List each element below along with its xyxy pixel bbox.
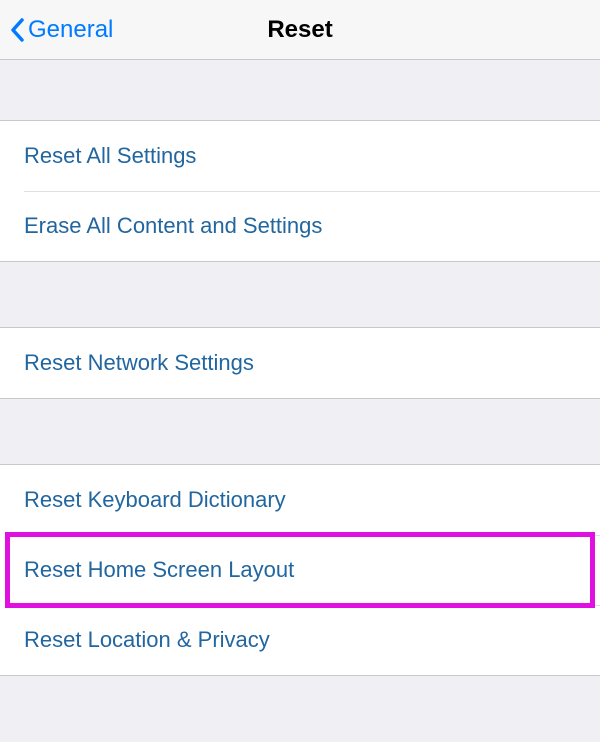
highlight-wrap: Reset Home Screen Layout xyxy=(0,535,600,605)
back-button[interactable]: General xyxy=(0,16,113,44)
row-label: Reset Location & Privacy xyxy=(24,627,270,652)
row-label: Reset All Settings xyxy=(24,143,196,168)
row-label: Reset Network Settings xyxy=(24,350,254,375)
row-reset-home-screen-layout[interactable]: Reset Home Screen Layout xyxy=(0,535,600,605)
row-erase-all-content[interactable]: Erase All Content and Settings xyxy=(0,191,600,261)
row-label: Reset Home Screen Layout xyxy=(24,557,294,582)
row-reset-all-settings[interactable]: Reset All Settings xyxy=(0,121,600,191)
row-reset-keyboard-dictionary[interactable]: Reset Keyboard Dictionary xyxy=(0,465,600,535)
row-reset-network[interactable]: Reset Network Settings xyxy=(0,328,600,398)
page-title: Reset xyxy=(267,16,332,44)
group-spacer xyxy=(0,262,600,327)
back-label: General xyxy=(28,16,113,44)
row-reset-location-privacy[interactable]: Reset Location & Privacy xyxy=(0,605,600,675)
chevron-left-icon xyxy=(10,18,24,42)
row-label: Reset Keyboard Dictionary xyxy=(24,487,286,512)
navbar: General Reset xyxy=(0,0,600,60)
row-label: Erase All Content and Settings xyxy=(24,213,322,238)
list-group-2: Reset Keyboard Dictionary Reset Home Scr… xyxy=(0,464,600,676)
group-spacer xyxy=(0,60,600,120)
group-spacer xyxy=(0,399,600,464)
list-group-1: Reset Network Settings xyxy=(0,327,600,399)
list-group-0: Reset All Settings Erase All Content and… xyxy=(0,120,600,262)
